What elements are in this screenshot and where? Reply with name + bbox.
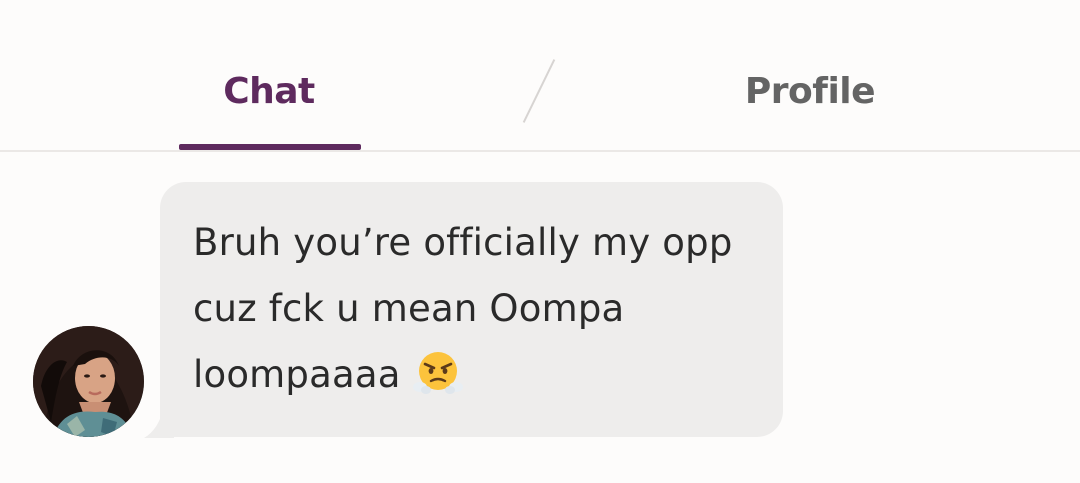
tab-chat[interactable]: Chat (178, 66, 360, 118)
tab-bar: Chat Profile (0, 0, 1080, 152)
message-text: Bruh you’re officially my opp cuz fck u … (193, 210, 763, 408)
face-with-steam-from-nose-icon (412, 347, 463, 397)
tab-divider (522, 59, 556, 123)
active-tab-indicator (179, 144, 361, 150)
tab-profile[interactable]: Profile (700, 66, 920, 118)
avatar[interactable] (33, 326, 144, 437)
message-body: Bruh you’re officially my opp cuz fck u … (193, 221, 733, 396)
avatar-image (33, 326, 144, 437)
